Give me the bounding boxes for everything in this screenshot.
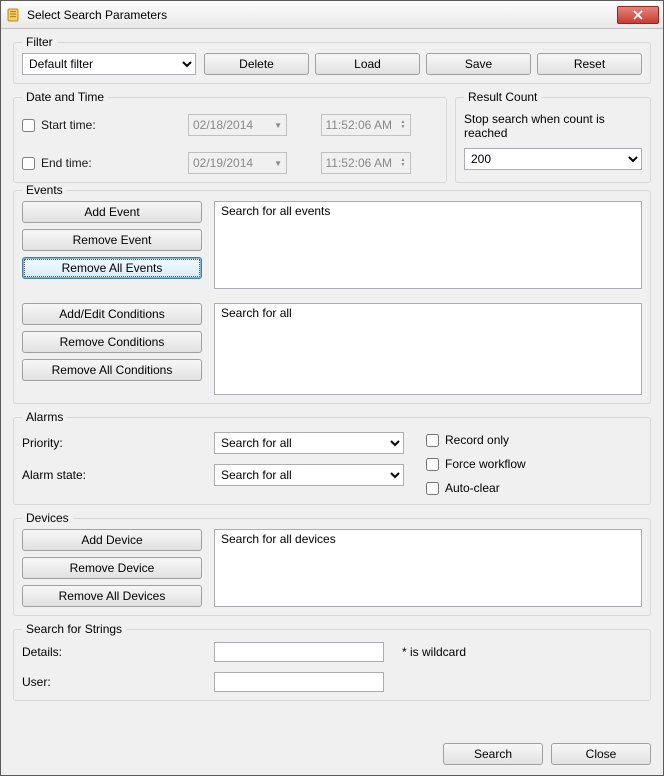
events-legend: Events [22,183,67,197]
dialog-window: Select Search Parameters Filter Default … [0,0,664,776]
search-strings-group: Search for Strings Details: * is wildcar… [13,622,651,701]
filter-legend: Filter [22,35,57,49]
result-count-select[interactable]: 200 [464,148,642,170]
reset-button[interactable]: Reset [537,53,642,75]
alarm-state-select[interactable]: Search for all [214,464,404,486]
end-time-input: 11:52:06 AM ▲▼ [321,152,411,174]
add-device-button[interactable]: Add Device [22,529,202,551]
alarms-legend: Alarms [22,410,67,424]
wildcard-note: * is wildcard [402,645,642,659]
save-button[interactable]: Save [426,53,531,75]
remove-device-button[interactable]: Remove Device [22,557,202,579]
alarm-state-label: Alarm state: [22,468,202,482]
result-count-note: Stop search when count is reached [464,112,642,140]
user-label: User: [22,675,202,689]
titlebar: Select Search Parameters [1,1,663,29]
result-count-legend: Result Count [464,90,541,104]
datetime-group: Date and Time Start time: 02/18/2014 ▼ 1… [13,90,447,183]
remove-event-button[interactable]: Remove Event [22,229,202,251]
priority-label: Priority: [22,436,202,450]
details-input[interactable] [214,642,384,662]
dialog-footer: Search Close [1,739,663,775]
close-button[interactable]: Close [551,743,651,765]
delete-button[interactable]: Delete [204,53,309,75]
start-time-label: Start time: [41,118,96,132]
record-only-checkbox[interactable] [426,434,439,447]
load-button[interactable]: Load [315,53,420,75]
add-event-button[interactable]: Add Event [22,201,202,223]
start-time-toggle[interactable]: Start time: [22,118,182,132]
devices-legend: Devices [22,511,73,525]
search-button[interactable]: Search [443,743,543,765]
content-area: Filter Default filter Delete Load Save R… [1,29,663,739]
devices-listbox[interactable]: Search for all devices [214,529,642,607]
window-title: Select Search Parameters [27,8,617,22]
filter-group: Filter Default filter Delete Load Save R… [13,35,651,84]
auto-clear-checkbox[interactable] [426,482,439,495]
start-time-checkbox[interactable] [22,119,35,132]
window-close-button[interactable] [617,6,659,24]
remove-conditions-button[interactable]: Remove Conditions [22,331,202,353]
devices-group: Devices Add Device Remove Device Remove … [13,511,651,616]
end-time-toggle[interactable]: End time: [22,156,182,170]
chevron-down-icon: ▼ [274,159,282,168]
events-group: Events Add Event Remove Event Remove All… [13,183,651,404]
end-date-input: 02/19/2014 ▼ [188,152,287,174]
spinner-icon: ▲▼ [401,158,406,168]
user-input[interactable] [214,672,384,692]
end-time-label: End time: [41,156,92,170]
remove-all-conditions-button[interactable]: Remove All Conditions [22,359,202,381]
datetime-legend: Date and Time [22,90,108,104]
app-icon [5,7,21,23]
start-time-input: 11:52:06 AM ▲▼ [321,114,411,136]
events-listbox[interactable]: Search for all events [214,201,642,289]
end-time-checkbox[interactable] [22,157,35,170]
remove-all-devices-button[interactable]: Remove All Devices [22,585,202,607]
start-date-input: 02/18/2014 ▼ [188,114,287,136]
conditions-listbox[interactable]: Search for all [214,303,642,395]
chevron-down-icon: ▼ [274,121,282,130]
search-strings-legend: Search for Strings [22,622,126,636]
spinner-icon: ▲▼ [401,120,406,130]
auto-clear-toggle[interactable]: Auto-clear [426,481,642,495]
filter-select[interactable]: Default filter [22,53,196,75]
details-label: Details: [22,645,202,659]
force-workflow-checkbox[interactable] [426,458,439,471]
add-conditions-button[interactable]: Add/Edit Conditions [22,303,202,325]
result-count-group: Result Count Stop search when count is r… [455,90,651,183]
record-only-toggle[interactable]: Record only [426,433,642,447]
force-workflow-toggle[interactable]: Force workflow [426,457,642,471]
remove-all-events-button[interactable]: Remove All Events [22,257,202,279]
priority-select[interactable]: Search for all [214,432,404,454]
alarms-group: Alarms Priority: Search for all Record o… [13,410,651,505]
